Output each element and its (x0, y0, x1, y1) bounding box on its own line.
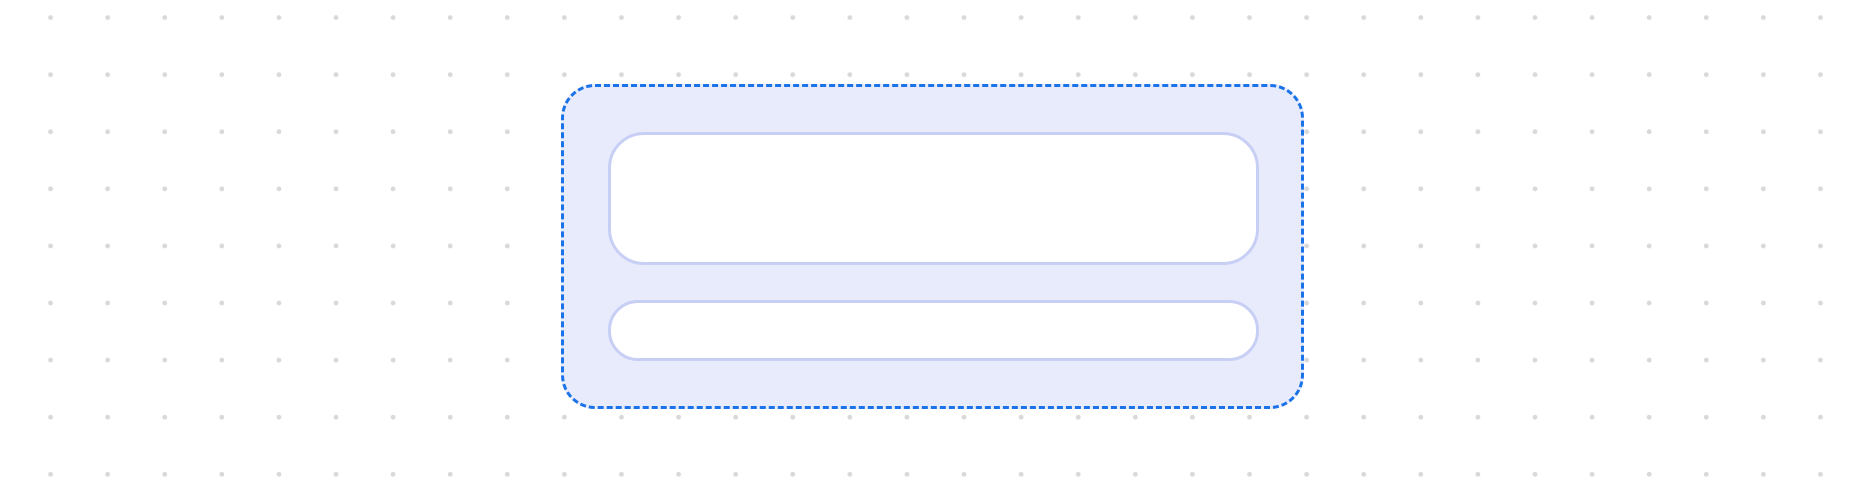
large-block[interactable] (608, 132, 1259, 265)
selected-group-frame[interactable] (561, 84, 1304, 409)
small-block[interactable] (608, 300, 1259, 361)
dotted-canvas[interactable] (0, 0, 1860, 492)
